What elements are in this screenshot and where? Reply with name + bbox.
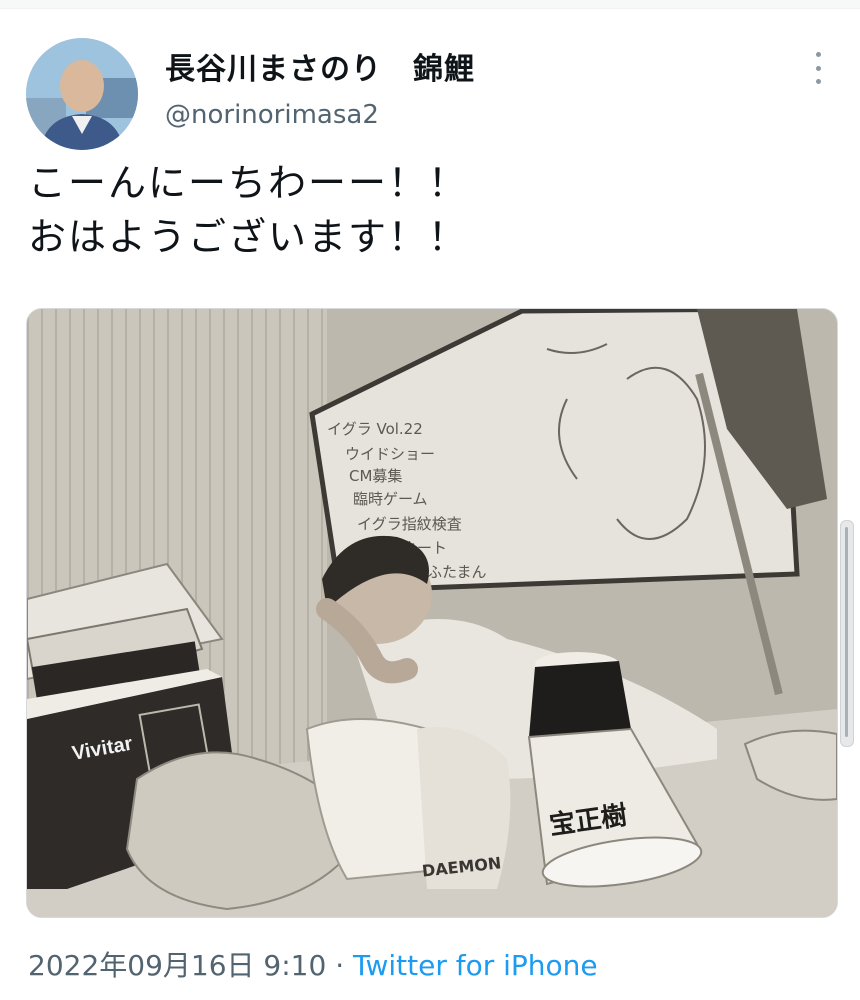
tweet-source-link[interactable]: Twitter for iPhone [353, 949, 598, 982]
tweet-timestamp[interactable]: 2022年09月16日 9:10 [28, 949, 326, 982]
whiteboard-text: ふたまん [427, 563, 487, 581]
tweet-metadata: 2022年09月16日 9:10 · Twitter for iPhone [28, 944, 598, 984]
tweet-photo[interactable]: イグラ Vol.22 ウイドショー CM募集 臨時ゲーム イグラ指紋検査 ネネー… [26, 308, 838, 918]
more-vertical-icon [815, 52, 821, 57]
top-divider [0, 0, 860, 9]
avatar-image [26, 38, 138, 150]
more-vertical-icon-dot [815, 79, 821, 84]
more-vertical-icon-dot [815, 65, 821, 71]
more-options-button[interactable] [806, 52, 830, 84]
tweet-text-line: こーんにーちわーー！！ [28, 161, 469, 205]
whiteboard-text: 臨時ゲーム [353, 490, 428, 508]
avatar[interactable] [26, 38, 138, 150]
tweet-text: こーんにーちわーー！！ おはようございます！！ [28, 156, 828, 264]
page-scrollbar[interactable] [840, 520, 854, 747]
whiteboard-text: CM募集 [349, 467, 402, 485]
meta-separator: · [326, 949, 353, 982]
photo-image: イグラ Vol.22 ウイドショー CM募集 臨時ゲーム イグラ指紋検査 ネネー… [27, 309, 837, 917]
whiteboard-text: イグラ指紋検査 [357, 515, 462, 533]
whiteboard-text: ウイドショー [345, 445, 435, 463]
author-display-name[interactable]: 長谷川まさのり 錦鯉 [165, 44, 475, 88]
author-handle[interactable]: @norinorimasa2 [165, 100, 379, 130]
whiteboard-text: イグラ Vol.22 [327, 420, 423, 438]
tweet-text-line: おはようございます！！ [28, 215, 469, 259]
